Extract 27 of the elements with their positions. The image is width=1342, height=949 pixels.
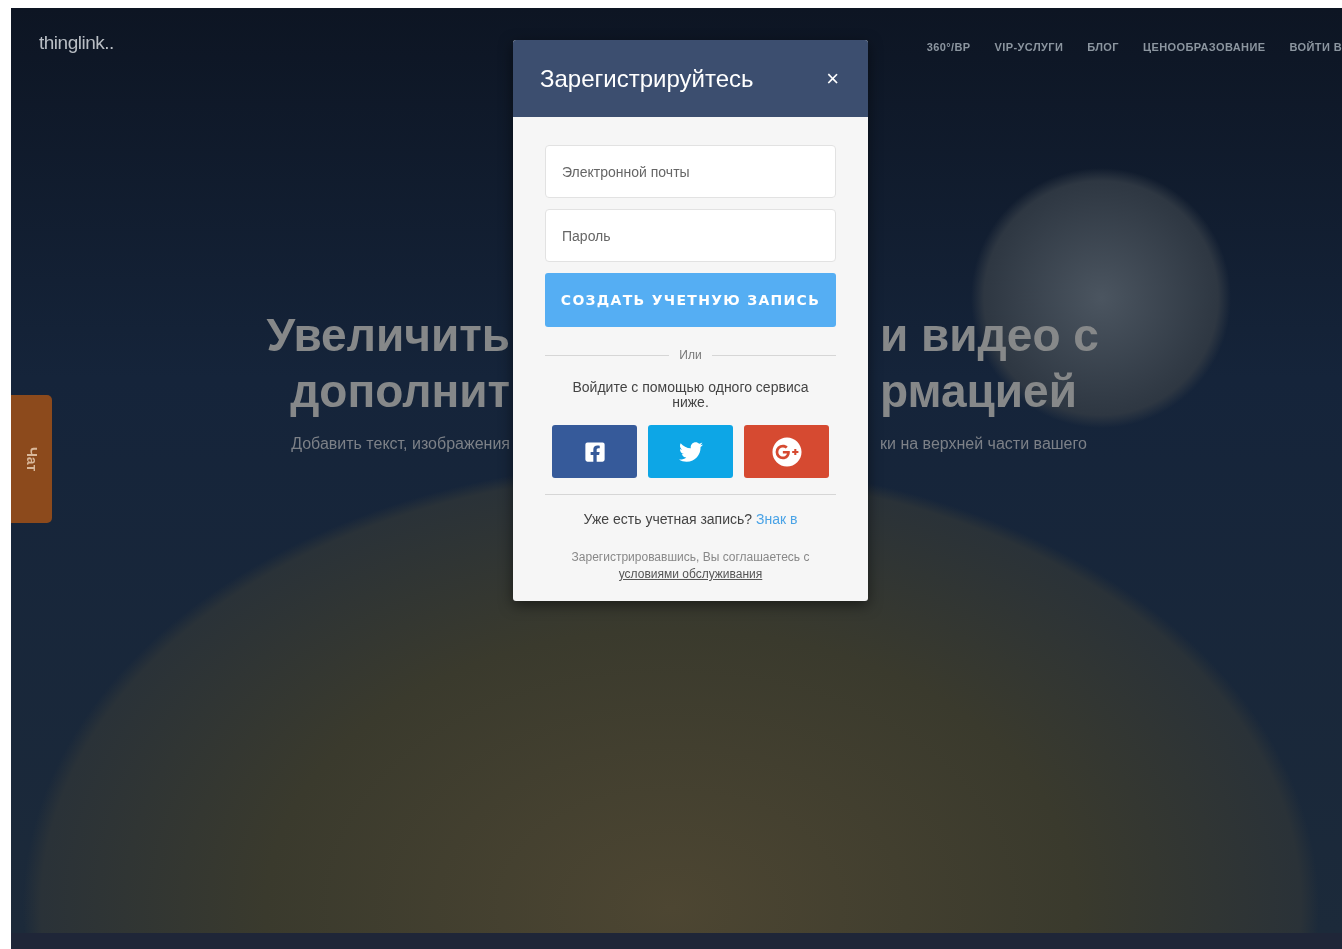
twitter-button[interactable] bbox=[648, 425, 733, 478]
divider-label: Или bbox=[679, 348, 702, 362]
subtitle-text: ки на верхней части вашего bbox=[880, 435, 1088, 453]
headline-text: рмацией bbox=[880, 365, 1078, 417]
headline-text: дополнит bbox=[289, 365, 510, 417]
headline-text: и видео с bbox=[880, 309, 1100, 361]
nav-link[interactable]: БЛОГ bbox=[1087, 41, 1119, 53]
facebook-button[interactable] bbox=[552, 425, 637, 478]
headline-text: Увеличить bbox=[265, 309, 510, 361]
facebook-icon bbox=[583, 440, 606, 463]
password-field[interactable]: Пароль bbox=[545, 209, 836, 262]
nav-link[interactable]: VIP-УСЛУГИ bbox=[994, 41, 1064, 53]
chat-tab[interactable]: Чат bbox=[11, 395, 52, 523]
signin-prompt: Уже есть учетная запись? Знак в bbox=[582, 511, 799, 527]
twitter-icon bbox=[678, 439, 703, 464]
terms-text: Зарегистрировавшись, Вы соглашаетесь с условиями обслуживания bbox=[570, 549, 811, 583]
logo[interactable]: thinglink.. bbox=[39, 32, 114, 54]
google-plus-icon bbox=[771, 436, 802, 467]
close-button[interactable]: × bbox=[824, 67, 841, 90]
nav-link[interactable]: 360°/ВР bbox=[926, 41, 971, 53]
email-field[interactable]: Электронной почты bbox=[545, 145, 836, 198]
terms-link[interactable]: условиями обслуживания bbox=[618, 567, 763, 581]
nav-link[interactable]: ЦЕНООБРАЗОВАНИЕ bbox=[1142, 41, 1266, 53]
social-prompt: Войдите с помощью одного сервиса ниже. bbox=[571, 380, 810, 410]
google-button[interactable] bbox=[744, 425, 829, 478]
dialog-title: Зарегистрируйтесь bbox=[540, 64, 754, 93]
nav-link[interactable]: ВОЙТИ В bbox=[1289, 41, 1342, 53]
